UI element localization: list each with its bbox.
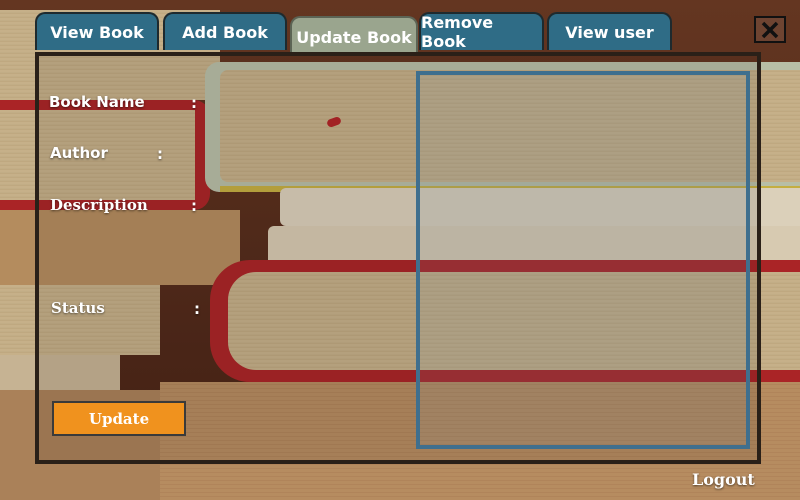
status-separator: : [194, 300, 200, 318]
logout-link[interactable]: Logout [692, 470, 755, 489]
tab-view-book[interactable]: View Book [35, 12, 159, 50]
status-label: Status [51, 299, 105, 317]
close-icon [761, 21, 779, 38]
author-label: Author [50, 144, 108, 162]
tab-view-user[interactable]: View user [547, 12, 672, 50]
author-separator: : [157, 145, 163, 163]
book-name-label: Book Name [49, 93, 145, 111]
tab-remove-book[interactable]: Remove Book [419, 12, 544, 51]
tab-add-book[interactable]: Add Book [163, 12, 287, 50]
close-button[interactable] [754, 16, 786, 43]
description-separator: : [191, 197, 197, 215]
book-list-box[interactable] [416, 71, 750, 449]
book-name-separator: : [191, 94, 197, 112]
tab-update-book[interactable]: Update Book [290, 16, 418, 56]
update-button[interactable]: Update [52, 401, 186, 436]
description-label: Description [50, 196, 148, 214]
